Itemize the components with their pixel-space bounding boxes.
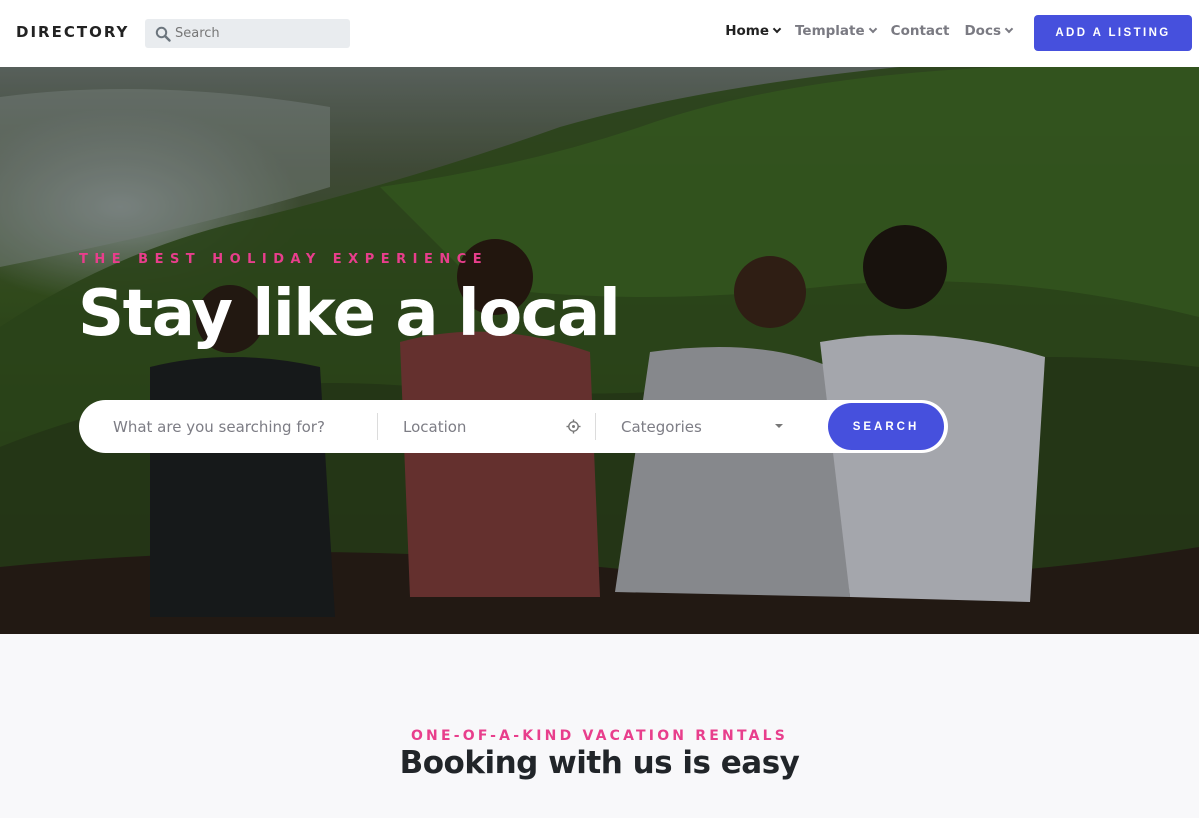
search-button[interactable]: SEARCH (828, 403, 944, 450)
navbar: DIRECTORY Home Template Contact Docs ADD… (0, 0, 1199, 67)
section-title: Booking with us is easy (399, 745, 800, 781)
add-listing-button[interactable]: ADD A LISTING (1034, 15, 1192, 51)
location-field[interactable] (377, 413, 595, 440)
nav-link-contact[interactable]: Contact (891, 23, 950, 39)
section-eyebrow: ONE-OF-A-KIND VACATION RENTALS (410, 728, 789, 744)
chevron-down-icon (868, 24, 877, 34)
nav-link-docs[interactable]: Docs (964, 23, 1014, 39)
nav-link-home[interactable]: Home (725, 23, 782, 39)
chevron-down-icon (1004, 24, 1014, 34)
nav-link-label: Docs (964, 23, 1001, 39)
crosshair-icon[interactable] (566, 419, 581, 434)
what-input[interactable] (113, 417, 377, 436)
hero-section: THE BEST HOLIDAY EXPERIENCE Stay like a … (0, 67, 1199, 634)
what-field[interactable] (79, 400, 377, 453)
caret-down-icon (775, 424, 783, 428)
nav-search-box[interactable] (145, 19, 350, 48)
chevron-down-icon (772, 24, 782, 34)
categories-placeholder: Categories (621, 417, 702, 436)
booking-section: ONE-OF-A-KIND VACATION RENTALS Booking w… (0, 634, 1199, 818)
brand-logo[interactable]: DIRECTORY (16, 23, 129, 41)
nav-link-label: Template (795, 23, 865, 39)
nav-link-label: Home (725, 23, 769, 39)
nav-links: Home Template Contact Docs (725, 23, 1014, 39)
hero-search-bar: Categories SEARCH (79, 400, 948, 453)
categories-select[interactable]: Categories (595, 413, 827, 440)
search-icon (155, 26, 171, 42)
nav-search-input[interactable] (175, 26, 345, 41)
hero-title: Stay like a local (78, 277, 621, 351)
nav-link-label: Contact (890, 23, 950, 39)
hero-eyebrow: THE BEST HOLIDAY EXPERIENCE (79, 252, 489, 267)
nav-link-template[interactable]: Template (795, 23, 877, 39)
